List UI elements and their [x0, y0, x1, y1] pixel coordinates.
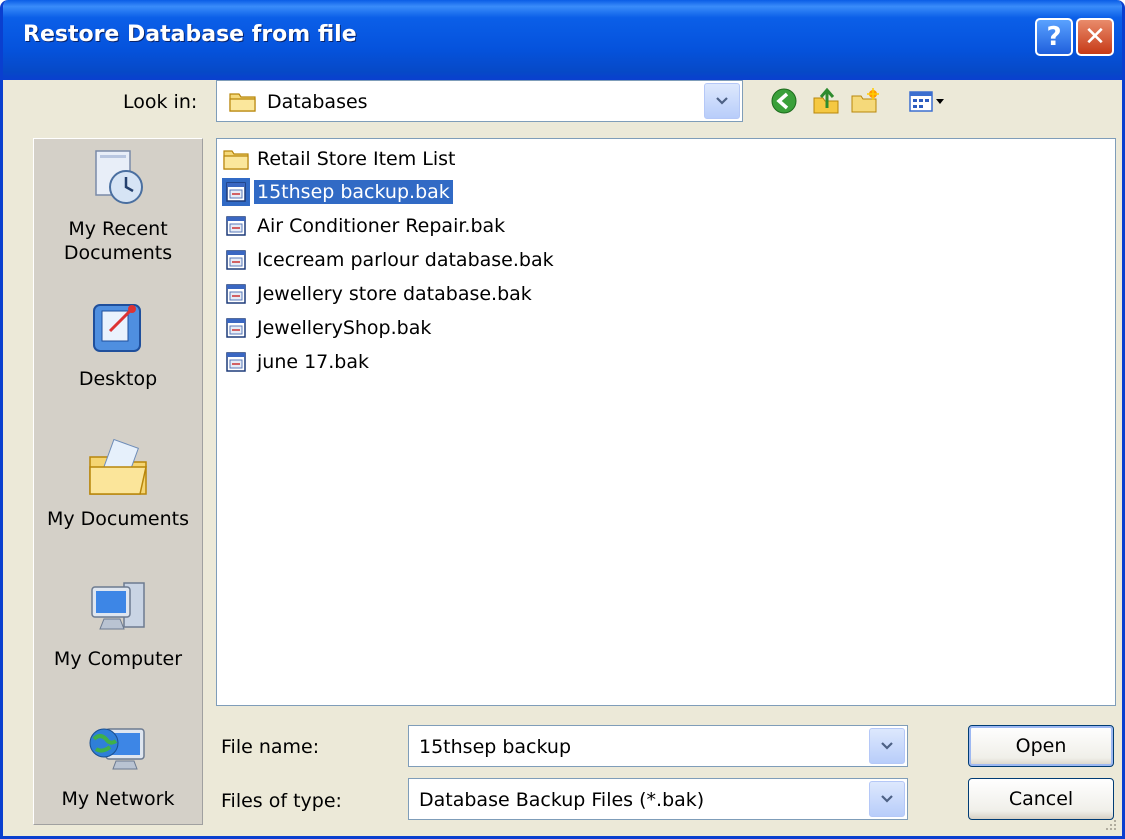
place-label-my-documents: My Documents [46, 508, 189, 530]
folder-icon [222, 145, 250, 173]
place-my-network[interactable]: My Network [34, 717, 202, 811]
cancel-button[interactable]: Cancel [968, 778, 1114, 820]
list-item[interactable]: Jewellery store database.bak [222, 279, 535, 309]
file-name-input[interactable] [419, 736, 859, 758]
file-name: 15thsep backup.bak [254, 180, 453, 204]
files-of-type-value: Database Backup Files (*.bak) [419, 789, 705, 811]
place-label-my-network: My Network [61, 788, 175, 810]
file-name: Retail Store Item List [257, 148, 456, 170]
chevron-down-icon[interactable] [869, 781, 905, 817]
place-label-my-computer: My Computer [53, 648, 183, 670]
desktop-icon [34, 297, 202, 361]
my-network-icon [34, 717, 202, 781]
place-label-recent-line1: My Recent [68, 218, 168, 240]
list-item[interactable]: JewelleryShop.bak [222, 313, 434, 343]
file-name: june 17.bak [257, 351, 370, 373]
file-name-field[interactable] [408, 725, 908, 767]
back-icon[interactable] [767, 84, 801, 118]
backup-file-icon [222, 348, 250, 376]
files-of-type-dropdown[interactable]: Database Backup Files (*.bak) [408, 778, 908, 820]
backup-file-icon [222, 280, 250, 308]
file-name: Air Conditioner Repair.bak [257, 215, 506, 237]
place-my-computer[interactable]: My Computer [34, 577, 202, 671]
file-name-label: File name: [221, 736, 320, 758]
recent-documents-icon [34, 147, 202, 211]
help-icon: ? [1046, 22, 1062, 52]
file-name: Jewellery store database.bak [257, 283, 532, 305]
list-item[interactable]: Retail Store Item List [222, 144, 459, 174]
place-label-desktop: Desktop [78, 368, 158, 390]
backup-file-icon [222, 212, 250, 240]
chevron-down-icon[interactable] [869, 728, 905, 764]
look-in-label: Look in: [123, 91, 198, 113]
view-menu-icon[interactable] [896, 84, 956, 118]
place-desktop[interactable]: Desktop [34, 297, 202, 391]
my-computer-icon [34, 577, 202, 641]
open-button[interactable]: Open [968, 725, 1114, 767]
list-item[interactable]: 15thsep backup.bak [222, 177, 453, 207]
list-item[interactable]: Icecream parlour database.bak [222, 245, 557, 275]
place-label-recent-line2: Documents [63, 242, 173, 264]
file-name: JewelleryShop.bak [257, 317, 432, 339]
my-documents-icon [34, 437, 202, 501]
close-icon: ✕ [1084, 22, 1106, 52]
folder-icon [229, 90, 257, 116]
backup-file-icon [222, 178, 250, 206]
restore-database-dialog: Restore Database from file ? ✕ Look in: … [0, 0, 1125, 839]
backup-file-icon [222, 314, 250, 342]
place-my-documents[interactable]: My Documents [34, 437, 202, 531]
files-of-type-label: Files of type: [221, 790, 342, 812]
new-folder-icon[interactable] [848, 84, 882, 118]
dialog-title: Restore Database from file [23, 22, 357, 47]
backup-file-icon [222, 246, 250, 274]
chevron-down-icon[interactable] [704, 83, 740, 119]
look-in-value: Databases [267, 91, 368, 113]
file-name: Icecream parlour database.bak [257, 249, 554, 271]
list-item[interactable]: Air Conditioner Repair.bak [222, 211, 508, 241]
look-in-dropdown[interactable]: Databases [216, 80, 743, 122]
places-bar: My Recent Documents Desktop My Documents… [33, 138, 203, 825]
place-my-recent-documents[interactable]: My Recent Documents [34, 147, 202, 265]
help-button[interactable]: ? [1035, 18, 1073, 56]
file-list[interactable]: Retail Store Item List 15thsep backup.ba… [216, 138, 1116, 706]
close-button[interactable]: ✕ [1076, 18, 1114, 56]
resize-grip-icon[interactable] [1102, 816, 1118, 832]
up-one-level-icon[interactable] [809, 84, 843, 118]
list-item[interactable]: june 17.bak [222, 347, 372, 377]
title-bar[interactable]: Restore Database from file ? ✕ [3, 0, 1122, 80]
